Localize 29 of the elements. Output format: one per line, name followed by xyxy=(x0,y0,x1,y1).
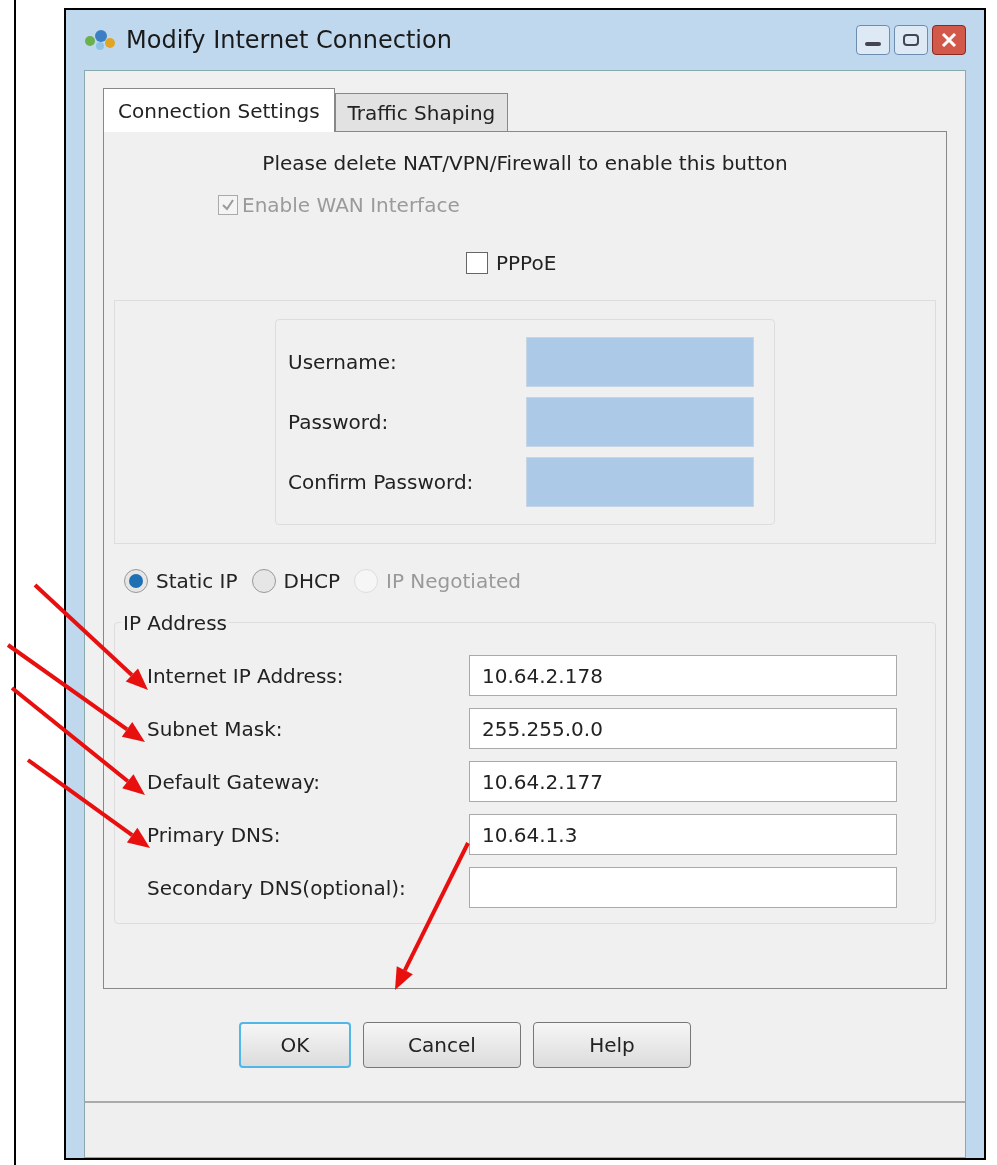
radio-button[interactable]: DHCP xyxy=(251,566,340,596)
dialog-button[interactable]: OK xyxy=(239,1022,351,1068)
input-field[interactable]: 10.64.2.177 xyxy=(469,761,897,802)
close-icon xyxy=(941,33,957,47)
dialog-button[interactable]: Help xyxy=(533,1022,691,1068)
field-label: Password: xyxy=(288,409,390,436)
field-label: Default Gateway: xyxy=(147,768,322,796)
tab[interactable]: Traffic Shaping xyxy=(334,93,509,131)
input-field[interactable]: 10.64.1.3 xyxy=(469,814,897,855)
radio-button[interactable]: Static IP xyxy=(124,566,238,596)
tab[interactable]: Connection Settings xyxy=(103,88,335,132)
maximize-button[interactable] xyxy=(894,25,928,55)
window-title: Modify Internet Connection xyxy=(126,25,452,56)
notice-text: Please delete NAT/VPN/Firewall to enable this button xyxy=(262,150,788,177)
checkmark-icon xyxy=(221,198,235,212)
field-label: Username: xyxy=(288,349,398,376)
dialog-button[interactable]: Cancel xyxy=(363,1022,521,1068)
field-label: Confirm Password: xyxy=(288,469,475,496)
minimize-button[interactable] xyxy=(856,25,890,55)
input-field[interactable]: 10.64.2.178 xyxy=(469,655,897,696)
field-label: Secondary DNS(optional): xyxy=(147,874,407,902)
network-icon xyxy=(84,29,118,51)
input-field[interactable]: 255.255.0.0 xyxy=(469,708,897,749)
pppoe-checkbox[interactable]: PPPoE xyxy=(466,248,936,278)
field-label: Primary DNS: xyxy=(147,821,282,849)
close-button[interactable] xyxy=(932,25,966,55)
input-field[interactable] xyxy=(469,867,897,908)
field-label: Subnet Mask: xyxy=(147,715,284,743)
field-label: Internet IP Address: xyxy=(147,662,345,690)
